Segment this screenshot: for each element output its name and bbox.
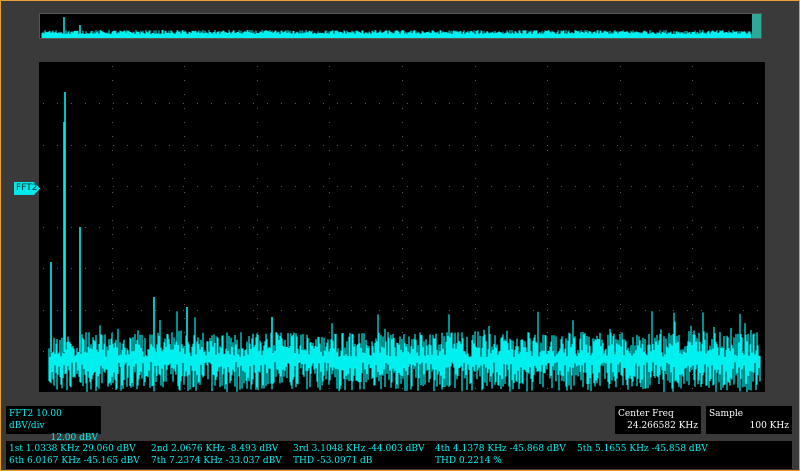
measurement-3rd: 3rd 3.1048 KHz -44.003 dBV bbox=[293, 444, 425, 454]
fft2-channel-marker[interactable]: FFT2 bbox=[14, 182, 40, 195]
marker-label: FFT2 bbox=[16, 183, 38, 193]
fft-overview-strip[interactable] bbox=[39, 13, 762, 39]
measurement-5th: 5th 5.1655 KHz -45.858 dBV bbox=[577, 444, 708, 454]
center-freq-value: 24.266582 KHz bbox=[627, 421, 698, 431]
fft-scale: FFT2 10.00 dBV/div bbox=[9, 409, 62, 431]
sample-label: Sample bbox=[709, 409, 744, 419]
center-freq-readout[interactable]: Center Freq 24.266582 KHz bbox=[615, 406, 701, 434]
measurement-6th: 6th 6.0167 KHz -45.165 dBV bbox=[9, 456, 140, 466]
center-freq-label: Center Freq bbox=[618, 409, 674, 419]
measurement-1st: 1st 1.0338 KHz 29.060 dBV bbox=[9, 444, 136, 454]
harmonic-measurements-panel: 1st 1.0338 KHz 29.060 dBV 2nd 2.0676 KHz… bbox=[6, 441, 792, 469]
measurement-thd-db: THD -53.0971 dB bbox=[293, 456, 373, 466]
fft-scale-readout[interactable]: FFT2 10.00 dBV/div 12.00 dBV bbox=[6, 406, 101, 443]
measurement-4th: 4th 4.1378 KHz -45.868 dBV bbox=[435, 444, 566, 454]
measurement-7th: 7th 7.2374 KHz -33.037 dBV bbox=[151, 456, 282, 466]
fft-spectrum-trace bbox=[43, 66, 761, 392]
measurement-thd-percent: THD 0.2214 % bbox=[435, 456, 502, 466]
sample-value: 100 KHz bbox=[749, 421, 789, 431]
overview-trace bbox=[41, 14, 761, 38]
sample-rate-readout[interactable]: Sample 100 KHz bbox=[706, 406, 792, 434]
fft-plot-area[interactable] bbox=[39, 62, 765, 392]
measurement-2nd: 2nd 2.0676 KHz -8.493 dBV bbox=[151, 444, 279, 454]
overview-window-indicator bbox=[752, 14, 761, 38]
